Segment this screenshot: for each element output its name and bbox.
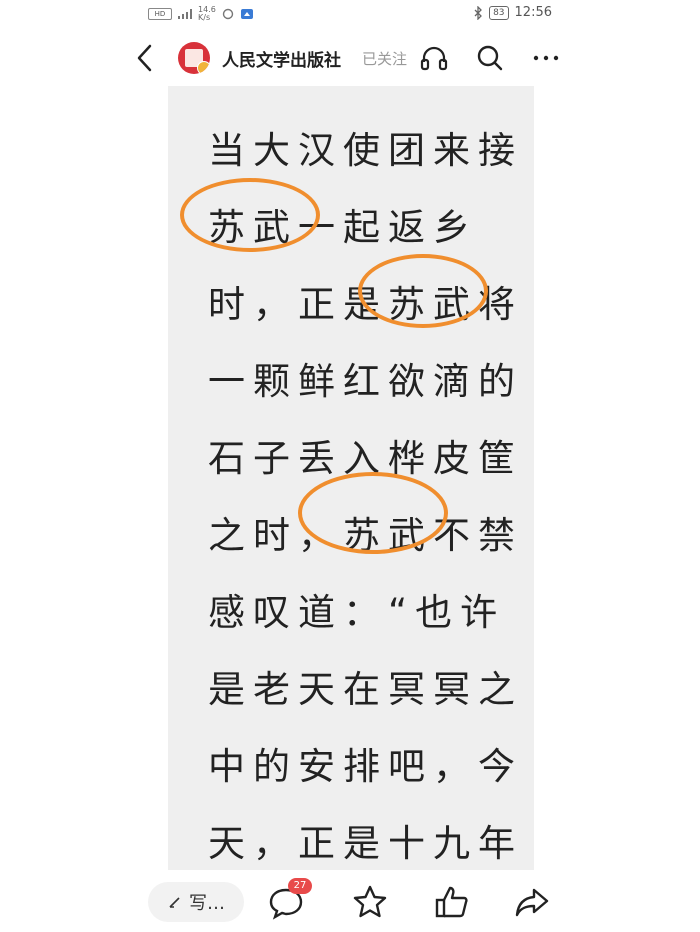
comment-icon[interactable]: 27 [266,878,312,922]
follow-status-button[interactable]: 已关注 [362,48,407,69]
text-line: 时，正是苏武将 [208,283,523,326]
search-icon[interactable] [474,42,506,74]
text-line: 石子丢入桦皮筐 [208,437,523,480]
headphone-icon[interactable] [418,42,450,74]
text-line: 一颗鲜红欲滴的 [208,360,523,403]
pen-icon [169,897,180,908]
signal-icon [178,9,192,19]
back-icon[interactable] [130,40,160,76]
speed-unit: K/s [198,13,211,22]
comment-count-badge: 27 [288,878,312,894]
verified-badge-icon [197,61,210,74]
text-line: 天，正是十九年 [208,822,523,865]
text-line: 是老天在冥冥之 [208,668,523,711]
network-indicator: HD [148,8,172,20]
publisher-avatar[interactable] [178,42,210,74]
comment-placeholder: 写… [189,893,225,914]
text-lines: 当大汉使团来接 苏武一起返乡 时，正是苏武将 一颗鲜红欲滴的 石子丢入桦皮筐 之… [208,112,523,882]
bluetooth-icon [474,5,482,20]
publisher-name[interactable]: 人民文学出版社 [222,46,341,71]
write-comment-input[interactable]: 写… [148,882,244,922]
sync-icon [222,8,234,20]
network-speed: 14.6 K/s [198,6,216,22]
like-thumb-icon[interactable] [432,882,472,922]
status-bar: HD 14.6 K/s 83 12:56 [0,0,700,30]
bottom-action-bar: 写… 27 [0,872,700,932]
article-header: 人民文学出版社 已关注 [0,36,700,80]
cloud-icon [240,9,253,19]
more-options-icon[interactable] [530,42,562,74]
favorite-star-icon[interactable] [350,882,390,922]
text-line: 当大汉使团来接 [208,129,523,172]
status-left: HD 14.6 K/s [148,6,254,22]
text-line: 中的安排吧，今 [208,745,523,788]
text-line: 感叹道：“也许 [208,591,506,634]
share-icon[interactable] [512,882,552,922]
status-right: 83 12:56 [473,5,552,20]
battery-indicator: 83 [489,5,509,20]
text-line: 苏武一起返乡 [208,206,478,249]
text-line: 之时，苏武不禁 [208,514,523,557]
clock: 12:56 [514,5,552,20]
article-text-image: 当大汉使团来接 苏武一起返乡 时，正是苏武将 一颗鲜红欲滴的 石子丢入桦皮筐 之… [168,86,534,870]
